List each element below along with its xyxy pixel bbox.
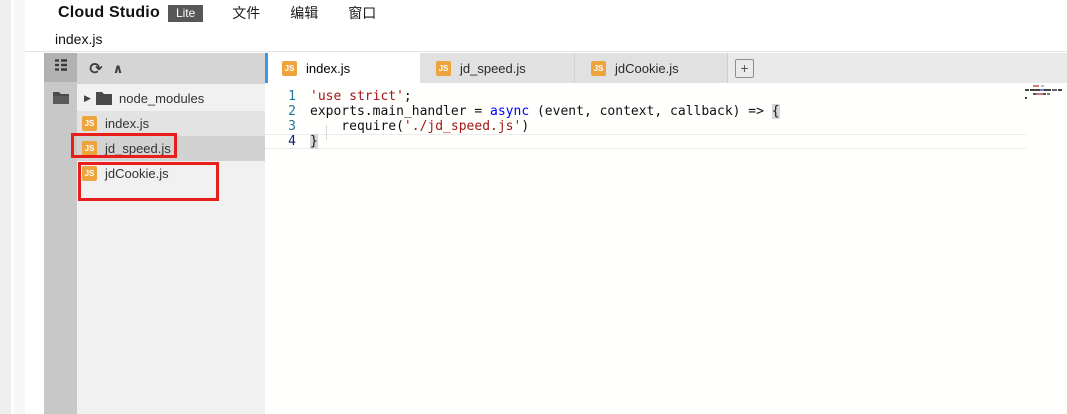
new-tab-button[interactable]: + [735, 59, 754, 78]
code-line: 2exports.main_handler = async (event, co… [265, 104, 1067, 119]
line-number: 2 [265, 104, 296, 119]
new-tab-zone: + [727, 53, 754, 83]
menu-item-edit[interactable]: 编辑 [275, 0, 333, 26]
tab-index-js[interactable]: JS index.js [265, 53, 420, 83]
tree-item-label: index.js [105, 116, 149, 131]
annotation-rect-jdcookie [78, 162, 219, 201]
code-line: 4} [265, 134, 1027, 149]
minimap-line [1025, 97, 1066, 99]
code-line: 1'use strict'; [265, 89, 1067, 104]
refresh-icon[interactable]: ⟳ [85, 59, 107, 79]
code-lines: 1'use strict';2exports.main_handler = as… [265, 83, 1067, 149]
line-number: 1 [265, 89, 296, 104]
activity-rail [44, 53, 77, 414]
annotation-rect-jd-speed [71, 133, 177, 158]
minimap-line [1025, 85, 1066, 87]
menu-item-file[interactable]: 文件 [217, 0, 275, 26]
editor-tab-bar: JS index.js JS jd_speed.js JS jdCookie.j… [265, 53, 1067, 83]
explorer-toolbar: ⟳ ∧ [77, 53, 265, 84]
tab-jd-speed-js[interactable]: JS jd_speed.js [420, 53, 574, 83]
js-file-icon: JS [82, 116, 97, 131]
menu-bar: Cloud Studio Lite 文件 编辑 窗口 [25, 0, 1067, 26]
code-line: 3 require('./jd_speed.js') [265, 119, 1067, 134]
lite-badge: Lite [168, 5, 203, 22]
collapse-all-icon[interactable]: ∧ [107, 61, 129, 77]
left-gutter-strip [0, 0, 11, 414]
tab-label: jd_speed.js [460, 61, 526, 76]
menu-item-window[interactable]: 窗口 [333, 0, 391, 26]
tab-label: index.js [306, 61, 350, 76]
line-number: 3 [265, 119, 296, 134]
left-gutter-strip-2 [14, 0, 25, 414]
open-folder-button[interactable] [44, 86, 77, 114]
tab-label: jdCookie.js [615, 61, 679, 76]
indent-guide [326, 125, 327, 140]
title-bar: index.js [25, 26, 1067, 52]
main-menu: 文件 编辑 窗口 [217, 0, 391, 26]
tree-item-label: node_modules [119, 91, 204, 106]
expand-caret-icon[interactable]: ▶ [84, 93, 94, 104]
explorer-tree-button[interactable] [44, 53, 77, 82]
js-file-icon: JS [591, 61, 606, 76]
cloud-studio-window: Cloud Studio Lite 文件 编辑 窗口 index.js [0, 0, 1067, 414]
tree-item-node-modules[interactable]: ▶ node_modules [77, 86, 265, 111]
file-explorer-panel: ⟳ ∧ ▶ node_modules JS index.js JS jd_spe… [77, 53, 265, 414]
js-file-icon: JS [282, 61, 297, 76]
minimap-line [1025, 89, 1066, 91]
window-title: index.js [55, 31, 102, 47]
line-number: 4 [265, 135, 296, 148]
tree-list-icon [53, 57, 69, 78]
app-logo: Cloud Studio [58, 4, 160, 22]
folder-icon [96, 92, 112, 105]
tab-jdcookie-js[interactable]: JS jdCookie.js [574, 53, 727, 83]
js-file-icon: JS [436, 61, 451, 76]
minimap[interactable] [1025, 85, 1066, 109]
minimap-line [1025, 93, 1066, 95]
folder-icon [52, 91, 70, 110]
code-editor[interactable]: 1'use strict';2exports.main_handler = as… [265, 83, 1067, 414]
